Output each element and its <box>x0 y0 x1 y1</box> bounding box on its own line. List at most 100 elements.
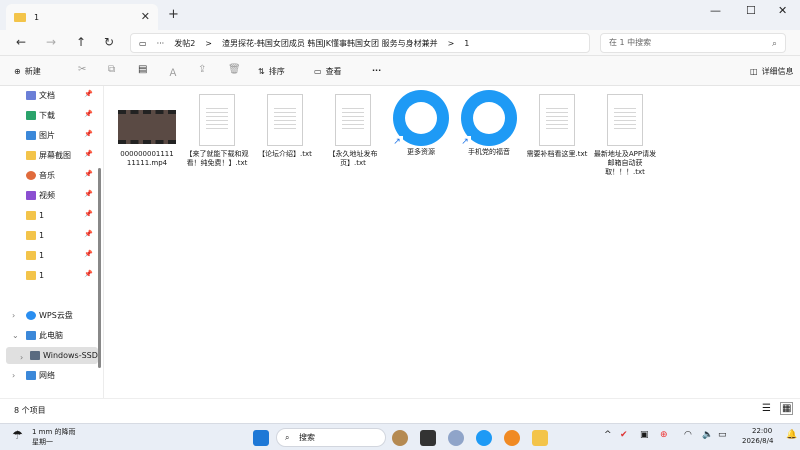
collapse-chevron-icon[interactable]: ⌄ <box>12 328 19 342</box>
view-button[interactable]: ▭ 查看 <box>314 66 342 77</box>
pin-icon[interactable]: 📌 <box>84 190 93 198</box>
text-file-icon <box>607 94 643 146</box>
forward-arrow-icon[interactable]: → <box>46 35 56 49</box>
sidebar-item-label: 网络 <box>39 370 55 380</box>
weather-icon[interactable]: ☂ <box>12 428 23 442</box>
terminal-icon[interactable] <box>420 430 436 446</box>
drive-icon <box>30 350 40 360</box>
browser-icon[interactable] <box>476 430 492 446</box>
copy-icon[interactable]: ⧉ <box>108 64 115 75</box>
pin-icon[interactable]: 📌 <box>84 270 93 278</box>
taskbar: ☂ 1 mm 的降雨 星期一 ⌕ 搜索 ^ ✔ ▣ ⊕ ◠ 🔈 ▭ 22:00 2… <box>0 423 800 450</box>
file-item[interactable]: 【来了就能下载和观看！纯免费！】.txt <box>184 94 250 168</box>
sidebar-item-network[interactable]: 网络 <box>26 368 55 382</box>
file-item[interactable]: ↗ 手机党的福音 <box>456 90 522 157</box>
pin-icon[interactable]: 📌 <box>84 150 93 158</box>
browser-shortcut-icon: ↗ <box>459 90 517 148</box>
up-arrow-icon[interactable]: ↑ <box>76 35 86 49</box>
expand-chevron-icon[interactable]: › <box>20 350 23 364</box>
sidebar-item-videos[interactable]: 视频 <box>26 188 55 202</box>
pin-icon[interactable]: 📌 <box>84 90 93 98</box>
sidebar-item-folder[interactable]: 1 <box>26 248 44 262</box>
wifi-icon[interactable]: ◠ <box>684 430 692 440</box>
file-item[interactable]: ↗ 更多资源 <box>388 90 454 157</box>
item-count: 8 个项目 <box>14 406 46 415</box>
minimize-button[interactable]: — <box>710 4 721 17</box>
grid-view-icon[interactable]: ▦ <box>780 402 794 415</box>
start-icon[interactable] <box>253 430 269 446</box>
pin-icon[interactable]: 📌 <box>84 230 93 238</box>
clock-time[interactable]: 22:00 <box>752 427 772 435</box>
volume-icon[interactable]: 🔈 <box>702 430 713 440</box>
sidebar-item-wps[interactable]: WPS云盘 <box>26 308 73 322</box>
breadcrumb-item[interactable]: 1 <box>464 39 469 48</box>
breadcrumb-item[interactable]: 渣男探花-韩国女团成员 韩国JK懂事韩国女团 服务与身材兼并 <box>222 38 438 49</box>
sidebar-scrollbar[interactable] <box>98 168 101 368</box>
chevron-up-icon[interactable]: ^ <box>604 430 612 440</box>
refresh-icon[interactable]: ↻ <box>104 35 114 49</box>
sort-button[interactable]: ⇅ 排序 <box>258 66 285 77</box>
expand-chevron-icon[interactable]: › <box>12 308 15 322</box>
delete-icon[interactable]: 🗑 <box>228 64 241 75</box>
file-explorer-window: 1 ✕ + — ☐ ✕ ← → ↑ ↻ ▭ ··· 发帖2 > 渣男探花-韩国女… <box>0 0 800 423</box>
tray-app-icon[interactable]: ⊕ <box>660 430 668 440</box>
rename-icon[interactable]: Ａ <box>168 64 178 79</box>
file-name: 【论坛介绍】.txt <box>258 150 312 158</box>
sidebar-item-pictures[interactable]: 图片 <box>26 128 55 142</box>
sidebar-item-folder[interactable]: 1 <box>26 208 44 222</box>
breadcrumb[interactable]: ▭ ··· 发帖2 > 渣男探花-韩国女团成员 韩国JK懂事韩国女团 服务与身材… <box>130 33 590 53</box>
tray-app-icon[interactable]: ✔ <box>620 430 628 440</box>
file-name: 更多资源 <box>407 148 435 156</box>
sidebar-item-label: 图片 <box>39 130 55 140</box>
pin-icon[interactable]: 📌 <box>84 250 93 258</box>
pin-icon[interactable]: 📌 <box>84 210 93 218</box>
list-view-icon[interactable]: ☰ <box>762 403 771 414</box>
sidebar-item-folder[interactable]: 1 <box>26 268 44 282</box>
file-item[interactable]: 需要补档看这里.txt <box>524 94 590 159</box>
sidebar-item-folder[interactable]: 1 <box>26 228 44 242</box>
owl-app-icon[interactable] <box>392 430 408 446</box>
battery-icon[interactable]: ▭ <box>718 430 727 440</box>
new-tab-button[interactable]: + <box>168 7 179 22</box>
expand-chevron-icon[interactable]: › <box>12 368 15 382</box>
cut-icon[interactable]: ✂ <box>78 64 86 75</box>
sidebar-item-documents[interactable]: 文档 <box>26 88 55 102</box>
notification-icon[interactable]: 🔔 <box>786 430 797 440</box>
more-options-button[interactable]: ··· <box>372 66 381 75</box>
search-input[interactable]: 在 1 中搜索 ⌕ <box>600 33 786 53</box>
sidebar-item-label: 文档 <box>39 90 55 100</box>
breadcrumb-item[interactable]: 发帖2 <box>174 38 195 49</box>
pin-icon[interactable]: 📌 <box>84 170 93 178</box>
tab-current[interactable]: 1 ✕ <box>6 4 158 30</box>
file-item[interactable]: 最新地址及APP请发邮箱自动获取！！！.txt <box>592 94 658 177</box>
paste-icon[interactable]: ▤ <box>138 64 147 75</box>
sidebar-item-music[interactable]: 音乐 <box>26 168 55 182</box>
sidebar-item-downloads[interactable]: 下载 <box>26 108 55 122</box>
new-button[interactable]: ⊕ 新建 <box>14 66 41 77</box>
file-item[interactable]: 000000001111 11111.mp4 <box>114 100 180 168</box>
sidebar-item-this-pc[interactable]: 此电脑 <box>26 328 63 342</box>
sidebar-item-windows-ssd[interactable]: Windows-SSD <box>30 348 98 362</box>
close-button[interactable]: ✕ <box>778 4 787 17</box>
more-path-icon[interactable]: ··· <box>157 39 165 48</box>
weather-text[interactable]: 1 mm 的降雨 <box>32 427 76 437</box>
taskbar-search[interactable]: ⌕ 搜索 <box>276 428 386 447</box>
details-button[interactable]: ◫ 详细信息 <box>750 66 794 77</box>
back-arrow-icon[interactable]: ← <box>16 35 26 49</box>
file-name: 【来了就能下载和观看！纯免费！】.txt <box>185 150 249 167</box>
file-item[interactable]: 【永久地址发布页】.txt <box>320 94 386 168</box>
app-icon[interactable] <box>448 430 464 446</box>
file-item[interactable]: 【论坛介绍】.txt <box>252 94 318 159</box>
file-explorer-icon[interactable] <box>532 430 548 446</box>
clock-date[interactable]: 2026/8/4 <box>742 437 773 445</box>
search-placeholder: 在 1 中搜索 <box>609 38 652 47</box>
pin-icon[interactable]: 📌 <box>84 130 93 138</box>
app-icon[interactable] <box>504 430 520 446</box>
maximize-button[interactable]: ☐ <box>746 4 756 17</box>
tray-app-icon[interactable]: ▣ <box>640 430 649 440</box>
share-icon[interactable]: ⇪ <box>198 64 206 75</box>
sidebar-item-label: 1 <box>39 270 45 280</box>
pin-icon[interactable]: 📌 <box>84 110 93 118</box>
sidebar-item-screenshots[interactable]: 屏幕截图 <box>26 148 71 162</box>
close-tab-icon[interactable]: ✕ <box>141 10 150 23</box>
